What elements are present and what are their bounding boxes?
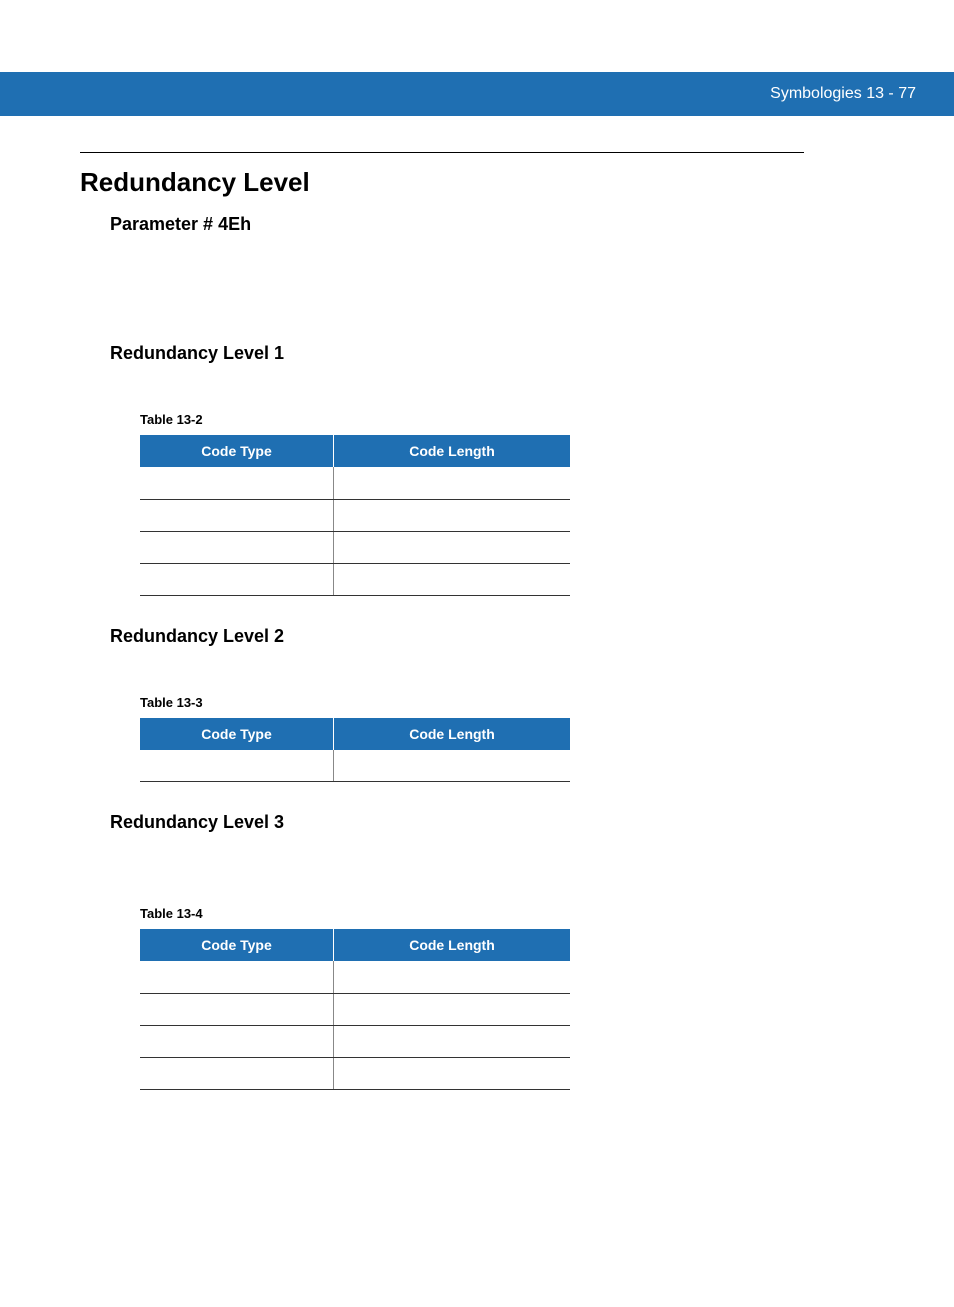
section-heading-1: Redundancy Level 1 [110,343,804,364]
table-3: Code Type Code Length [140,929,570,1090]
table-cell [140,531,334,563]
table-row [140,750,570,782]
table-row [140,1025,570,1057]
page-title: Redundancy Level [80,167,804,198]
table-row [140,1057,570,1089]
table-cell [140,563,334,595]
table-cell [334,1025,571,1057]
page-content: Redundancy Level Parameter # 4Eh Redunda… [0,116,954,1090]
section-heading-3: Redundancy Level 3 [110,812,804,833]
table-cell [140,467,334,499]
table-row [140,993,570,1025]
table-cell [140,499,334,531]
table-2-header-code-length: Code Length [334,718,571,750]
table-2-header-code-type: Code Type [140,718,334,750]
table-cell [140,993,334,1025]
table-caption-2: Table 13-3 [140,695,804,710]
section-heading-2: Redundancy Level 2 [110,626,804,647]
table-1: Code Type Code Length [140,435,570,596]
table-1-header-code-type: Code Type [140,435,334,467]
table-cell [334,961,571,993]
table-row [140,467,570,499]
table-cell [334,531,571,563]
table-cell [334,750,571,782]
page-header-text: Symbologies 13 - 77 [770,85,916,103]
top-rule [80,152,804,153]
table-cell [140,1057,334,1089]
table-row [140,961,570,993]
table-cell [140,961,334,993]
table-cell [334,467,571,499]
table-3-header-code-type: Code Type [140,929,334,961]
table-row [140,499,570,531]
table-row [140,531,570,563]
table-block-3: Table 13-4 Code Type Code Length [140,906,804,1090]
table-cell [140,1025,334,1057]
table-cell [334,1057,571,1089]
page-header-bar: Symbologies 13 - 77 [0,72,954,116]
table-cell [140,750,334,782]
table-cell [334,563,571,595]
table-row [140,563,570,595]
table-2: Code Type Code Length [140,718,570,783]
table-3-header-code-length: Code Length [334,929,571,961]
table-block-2: Table 13-3 Code Type Code Length [140,695,804,783]
parameter-heading: Parameter # 4Eh [110,214,804,235]
table-caption-1: Table 13-2 [140,412,804,427]
table-block-1: Table 13-2 Code Type Code Length [140,412,804,596]
table-cell [334,993,571,1025]
table-1-header-code-length: Code Length [334,435,571,467]
table-caption-3: Table 13-4 [140,906,804,921]
table-cell [334,499,571,531]
